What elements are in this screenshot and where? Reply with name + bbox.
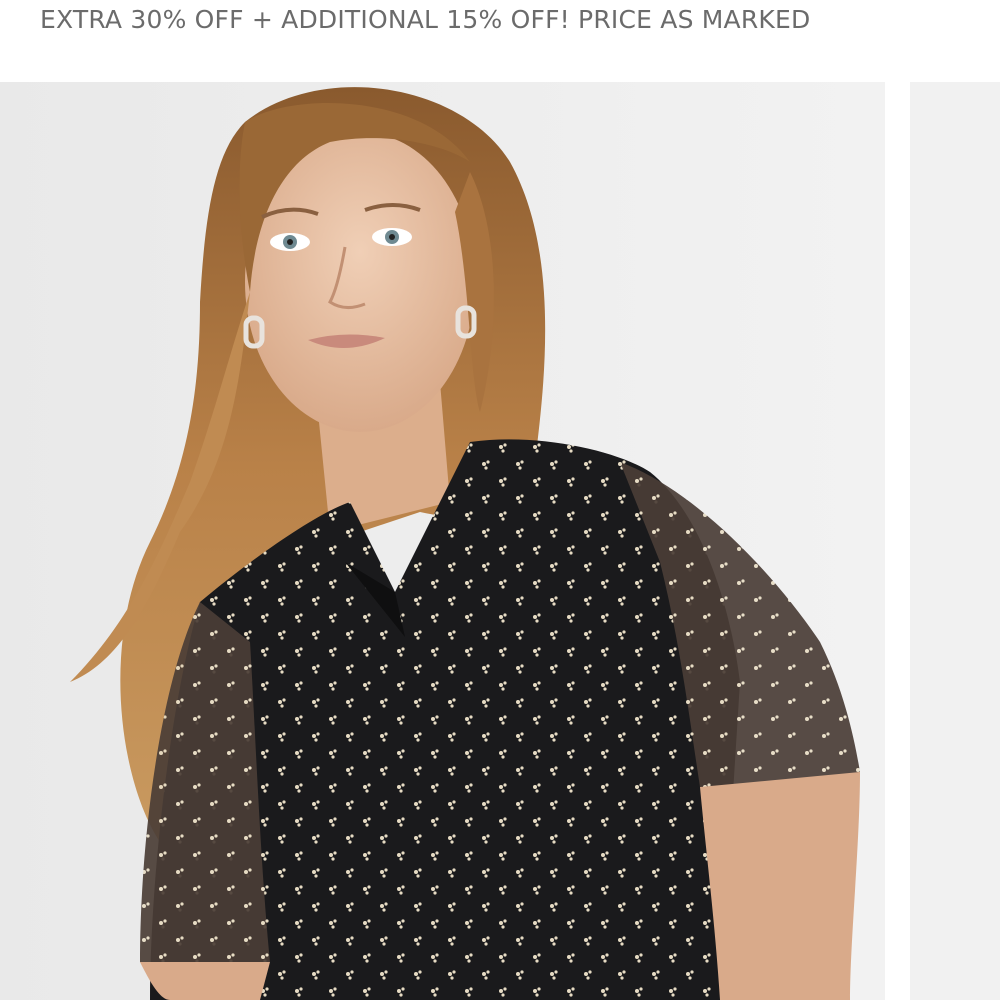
product-image-next[interactable]	[910, 82, 1000, 1000]
model-photo	[0, 82, 885, 1000]
promo-banner: EXTRA 30% OFF + ADDITIONAL 15% OFF! PRIC…	[40, 5, 811, 34]
product-image-main[interactable]	[0, 82, 885, 1000]
product-page: EXTRA 30% OFF + ADDITIONAL 15% OFF! PRIC…	[0, 0, 1000, 1000]
